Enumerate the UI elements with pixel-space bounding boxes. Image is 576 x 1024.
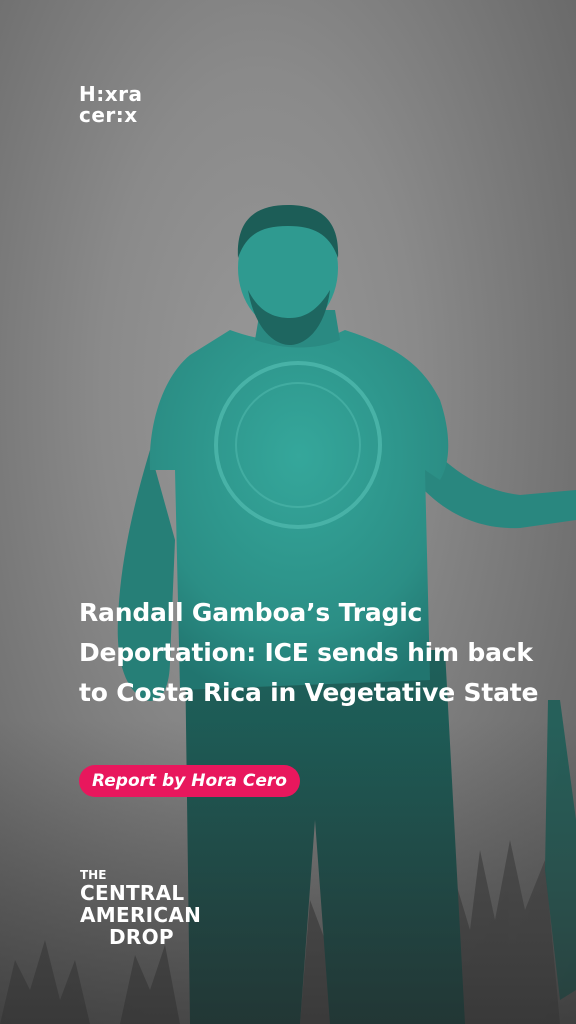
logo-word-drop: DROP: [109, 925, 174, 949]
logo-word-central: CENTRAL: [80, 881, 185, 905]
logo-line-1: H:xra: [79, 82, 143, 106]
hora-cero-logo: H:xra cer:x: [79, 84, 143, 126]
central-american-drop-logo: THE CENTRAL AMERICAN DROP: [80, 868, 201, 948]
logo-word-american: AMERICAN: [80, 903, 202, 927]
logo-line-2: cer:x: [79, 103, 138, 127]
story-card: H:xra cer:x Randall Gamboa’s Tragic Depo…: [0, 0, 576, 1024]
headline: Randall Gamboa’s Tragic Deportation: ICE…: [79, 598, 539, 707]
report-badge: Report by Hora Cero: [79, 765, 300, 797]
logo-word-the: THE: [80, 868, 107, 882]
